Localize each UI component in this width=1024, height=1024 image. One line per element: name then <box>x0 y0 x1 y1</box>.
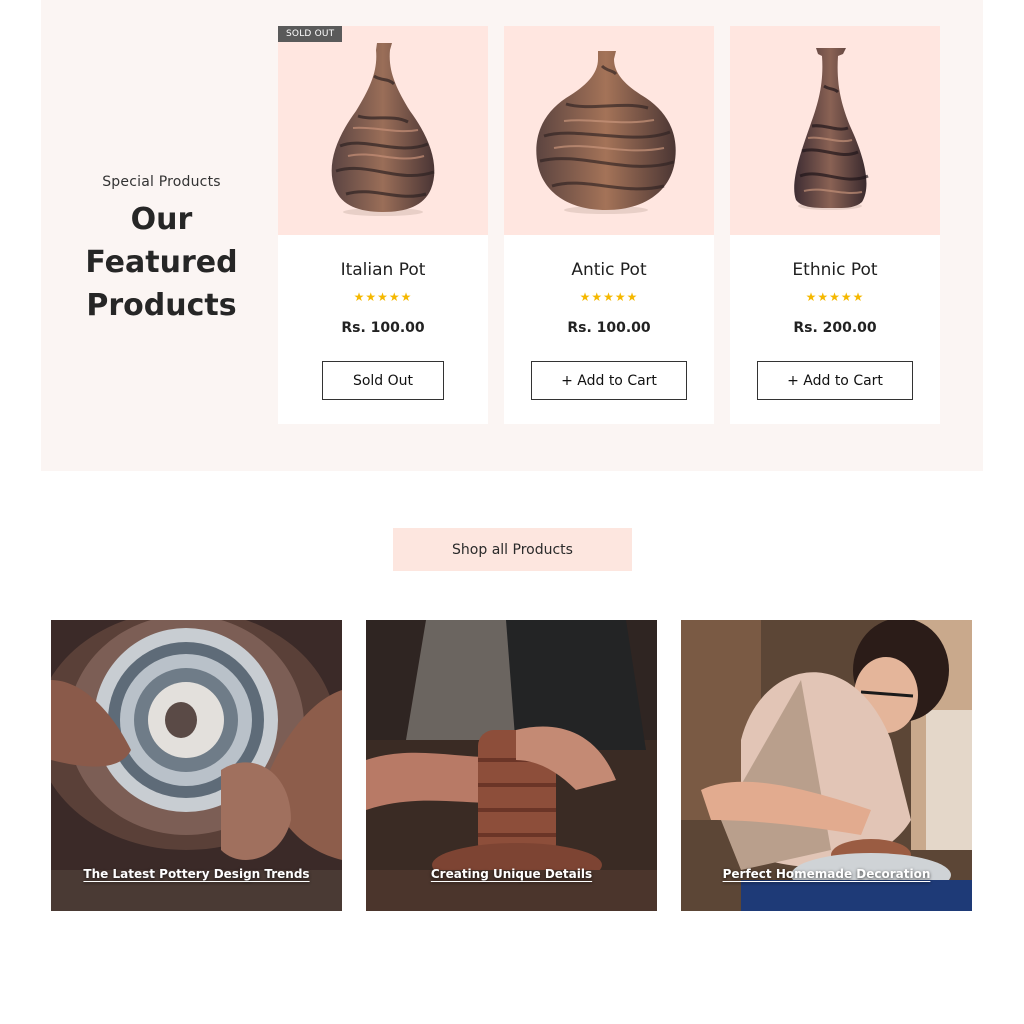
product-card: Antic Pot ★★★★★ Rs. 100.00 + Add to Cart <box>504 26 714 424</box>
featured-subtitle: Special Products <box>102 174 221 190</box>
featured-title-line: Products <box>86 288 237 323</box>
product-image[interactable] <box>730 26 940 235</box>
star-rating: ★★★★★ <box>579 290 639 304</box>
shop-all-products-button[interactable]: Shop all Products <box>393 528 632 571</box>
featured-title-line: Our <box>130 202 193 237</box>
vase-image <box>331 43 435 216</box>
blog-card[interactable]: The Latest Pottery Design Trends <box>51 620 342 911</box>
blog-title[interactable]: The Latest Pottery Design Trends <box>51 867 342 881</box>
blog-title[interactable]: Creating Unique Details <box>366 867 657 881</box>
blog-card[interactable]: Creating Unique Details <box>366 620 657 911</box>
featured-title: Our Featured Products <box>41 198 282 327</box>
star-rating: ★★★★★ <box>805 290 865 304</box>
star-rating: ★★★★★ <box>353 290 413 304</box>
add-to-cart-button[interactable]: + Add to Cart <box>757 361 913 400</box>
featured-heading: Special Products Our Featured Products <box>41 174 282 327</box>
product-image[interactable] <box>504 26 714 235</box>
add-to-cart-button[interactable]: + Add to Cart <box>531 361 687 400</box>
product-price: Rs. 100.00 <box>567 320 651 336</box>
blog-card[interactable]: Perfect Homemade Decoration <box>681 620 972 911</box>
product-price: Rs. 100.00 <box>341 320 425 336</box>
featured-title-line: Featured <box>85 245 238 280</box>
product-name[interactable]: Ethnic Pot <box>730 260 940 280</box>
vase-image <box>536 51 676 214</box>
product-card: SOLD OUT Italian Pot ★★★★★ Rs. 100.00 So… <box>278 26 488 424</box>
blog-title[interactable]: Perfect Homemade Decoration <box>681 867 972 881</box>
sold-out-button[interactable]: Sold Out <box>322 361 444 400</box>
product-name[interactable]: Italian Pot <box>278 260 488 280</box>
product-price: Rs. 200.00 <box>793 320 877 336</box>
product-card: Ethnic Pot ★★★★★ Rs. 200.00 + Add to Car… <box>730 26 940 424</box>
product-image[interactable]: SOLD OUT <box>278 26 488 235</box>
vase-image <box>794 48 869 210</box>
sold-out-badge: SOLD OUT <box>278 26 343 42</box>
product-name[interactable]: Antic Pot <box>504 260 714 280</box>
